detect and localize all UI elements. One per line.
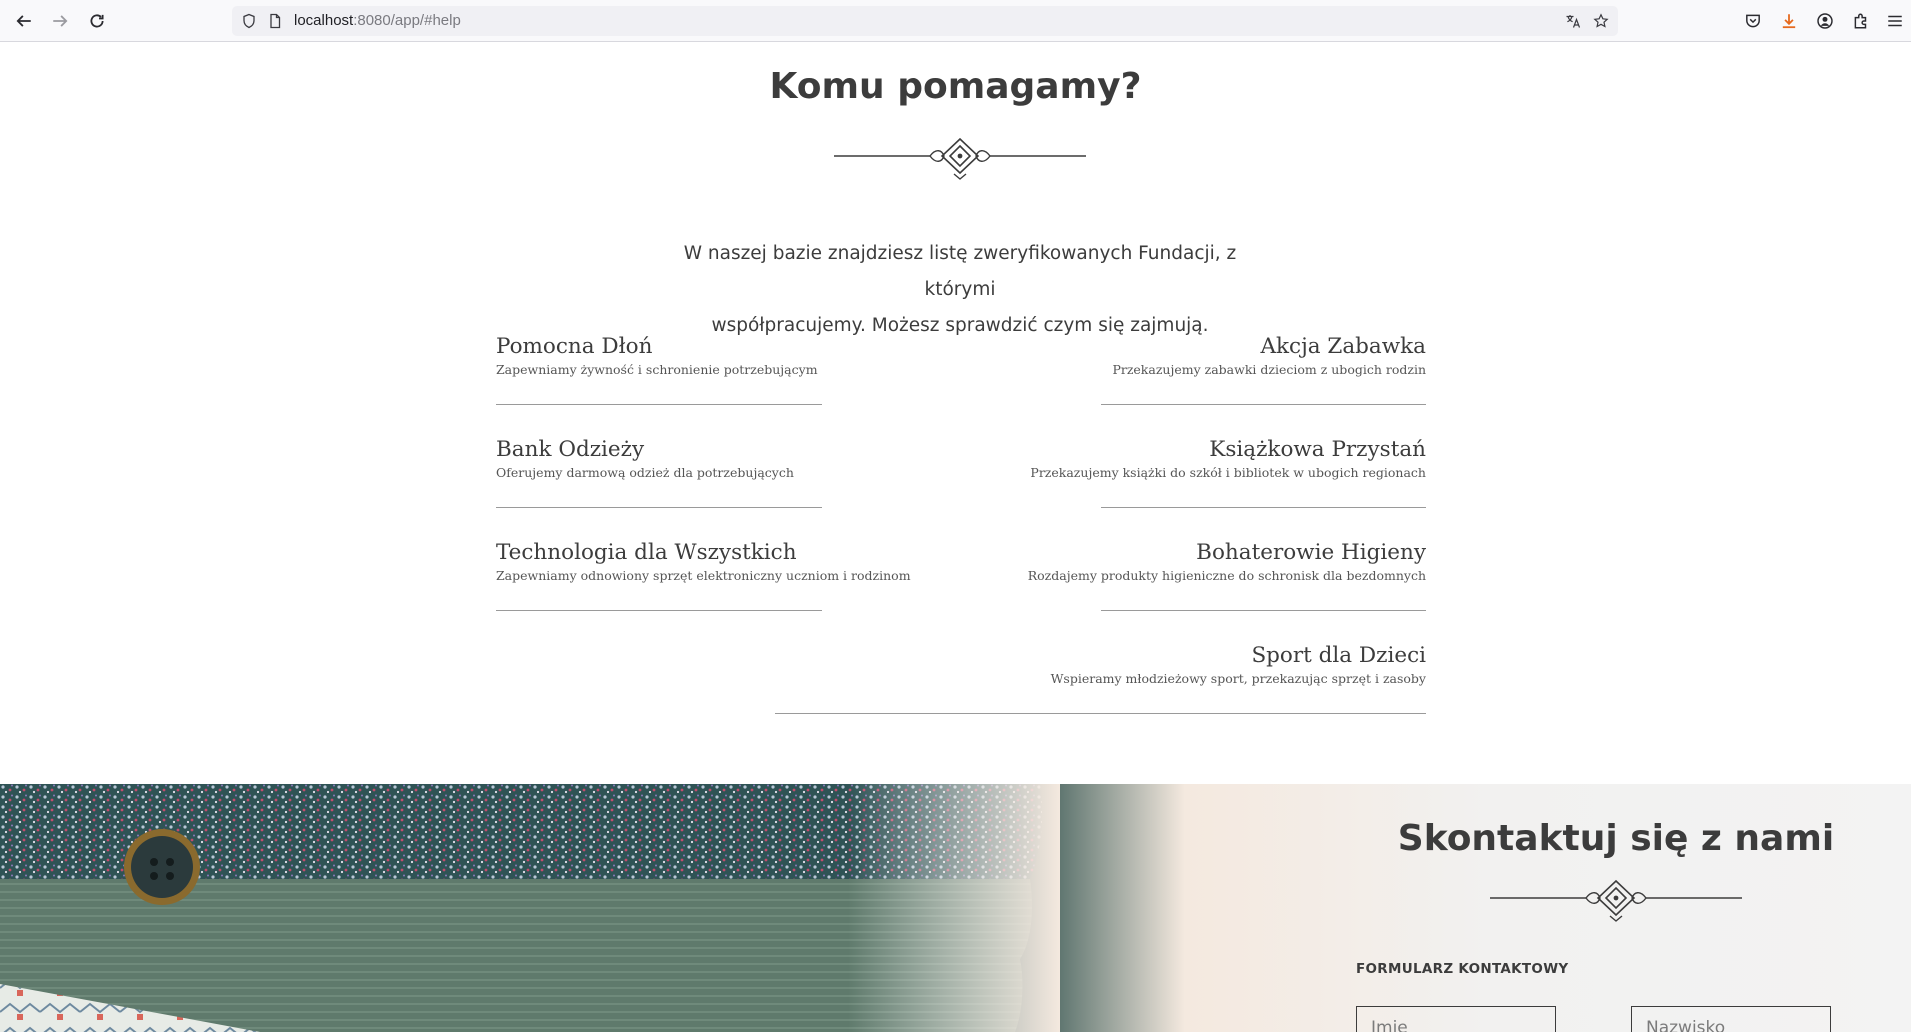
contact-section-title: Skontaktuj się z nami bbox=[1397, 818, 1835, 859]
last-name-input[interactable] bbox=[1631, 1006, 1831, 1032]
divider bbox=[775, 713, 1426, 714]
divider bbox=[1101, 610, 1426, 611]
arrow-left-icon bbox=[16, 15, 31, 27]
organization-description: Zapewniamy odnowiony sprzęt elektroniczn… bbox=[496, 568, 911, 583]
reload-button[interactable] bbox=[85, 9, 109, 33]
hamburger-menu-icon bbox=[1888, 15, 1902, 27]
puzzle-icon bbox=[1854, 13, 1867, 29]
decoration-ornament-icon bbox=[834, 137, 1086, 180]
downloads-button[interactable] bbox=[1777, 9, 1801, 33]
page-icon[interactable] bbox=[266, 12, 284, 30]
organization-description: Oferujemy darmową odzież dla potrzebując… bbox=[496, 465, 794, 480]
pocket-button[interactable] bbox=[1741, 9, 1765, 33]
divider bbox=[1101, 404, 1426, 405]
reload-icon bbox=[90, 14, 104, 28]
organization-item: Pomocna Dłoń Zapewniamy żywność i schron… bbox=[496, 333, 818, 379]
decoration-ornament-icon bbox=[1490, 879, 1742, 922]
organization-item: Bohaterowie Higieny Rozdajemy produkty h… bbox=[1028, 539, 1426, 585]
contact-form-label: FORMULARZ KONTAKTOWY bbox=[1356, 961, 1569, 977]
help-description: W naszej bazie znajdziesz listę zweryfik… bbox=[660, 236, 1260, 344]
pocket-icon bbox=[1746, 14, 1760, 28]
organization-description: Wspieramy młodzieżowy sport, przekazując… bbox=[1050, 671, 1426, 686]
organization-name: Sport dla Dzieci bbox=[1251, 643, 1426, 668]
organization-name: Akcja Zabawka bbox=[1260, 334, 1426, 359]
organization-item: Akcja Zabawka Przekazujemy zabawki dziec… bbox=[1112, 333, 1426, 379]
shield-icon[interactable] bbox=[240, 12, 258, 30]
organization-name: Pomocna Dłoń bbox=[496, 334, 653, 359]
organization-item: Technologia dla Wszystkich Zapewniamy od… bbox=[496, 539, 911, 585]
organization-item: Sport dla Dzieci Wspieramy młodzieżowy s… bbox=[1051, 642, 1426, 688]
organization-description: Przekazujemy zabawki dzieciom z ubogich … bbox=[1112, 362, 1426, 377]
account-icon bbox=[1817, 13, 1833, 29]
divider bbox=[1101, 507, 1426, 508]
divider bbox=[496, 507, 822, 508]
organization-name: Książkowa Przystań bbox=[1209, 437, 1426, 462]
organization-description: Zapewniamy żywność i schronienie potrzeb… bbox=[496, 362, 818, 377]
extensions-button[interactable] bbox=[1849, 9, 1873, 33]
organization-item: Bank Odzieży Oferujemy darmową odzież dl… bbox=[496, 436, 794, 482]
divider bbox=[496, 404, 822, 405]
bookmark-star-icon[interactable] bbox=[1592, 12, 1610, 30]
back-button[interactable] bbox=[12, 9, 36, 33]
organization-description: Przekazujemy książki do szkół i bibliote… bbox=[1030, 465, 1426, 480]
contact-section: Skontaktuj się z nami FORMULARZ KONTAKTO… bbox=[0, 784, 1911, 1032]
browser-toolbar: localhost:8080/app/#help bbox=[0, 0, 1911, 42]
menu-button[interactable] bbox=[1883, 9, 1907, 33]
url-host: localhost bbox=[294, 12, 354, 29]
organization-name: Technologia dla Wszystkich bbox=[496, 540, 797, 565]
help-section-title: Komu pomagamy? bbox=[769, 66, 1142, 107]
forward-button[interactable] bbox=[48, 9, 72, 33]
arrow-right-icon bbox=[53, 15, 68, 27]
account-button[interactable] bbox=[1813, 9, 1837, 33]
divider bbox=[496, 610, 822, 611]
url-text[interactable]: localhost:8080/app/#help bbox=[294, 6, 461, 36]
first-name-input[interactable] bbox=[1356, 1006, 1556, 1032]
help-description-line-1: W naszej bazie znajdziesz listę zweryfik… bbox=[683, 243, 1237, 300]
organization-name: Bohaterowie Higieny bbox=[1196, 540, 1426, 565]
url-path: :8080/app/#help bbox=[353, 12, 461, 29]
organization-item: Książkowa Przystań Przekazujemy książki … bbox=[1030, 436, 1426, 482]
address-bar[interactable]: localhost:8080/app/#help bbox=[232, 6, 1618, 36]
download-icon bbox=[1782, 14, 1796, 29]
translate-icon[interactable] bbox=[1564, 12, 1582, 30]
organization-description: Rozdajemy produkty higieniczne do schron… bbox=[1027, 568, 1426, 583]
organization-name: Bank Odzieży bbox=[496, 437, 645, 462]
knitted-sweaters-image bbox=[0, 784, 1060, 1032]
